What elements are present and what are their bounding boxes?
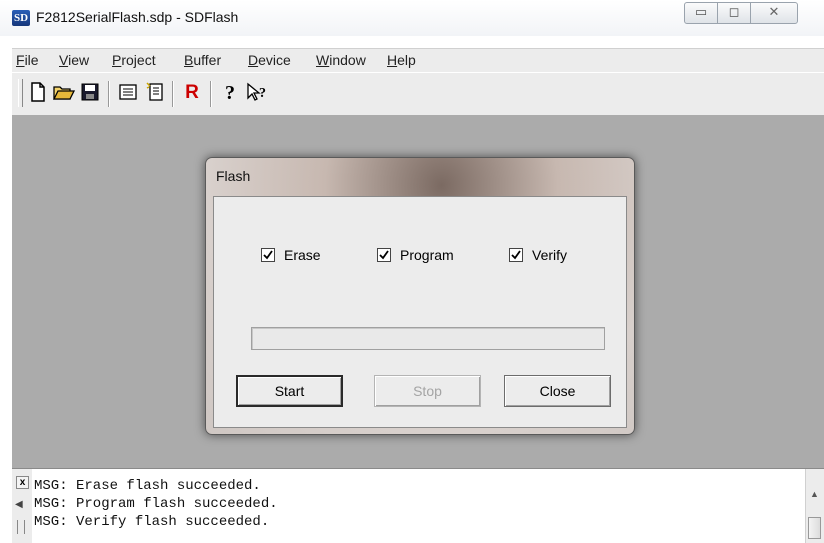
vertical-scrollbar[interactable]: ▲ <box>805 469 824 543</box>
erase-label: Erase <box>284 247 321 263</box>
flash-memory-icon[interactable] <box>143 81 167 105</box>
output-pane: x ◀ MSG: Erase flash succeeded. MSG: Prog… <box>12 468 824 543</box>
list-view-icon[interactable] <box>116 81 140 105</box>
close-button[interactable]: Close <box>504 375 611 407</box>
svg-text:?: ? <box>259 86 266 101</box>
dialog-title: Flash <box>216 168 251 184</box>
checkbox-check-icon <box>377 248 391 262</box>
open-folder-icon[interactable] <box>52 81 76 105</box>
maximize-button[interactable]: ◻ <box>717 2 751 24</box>
toolbar-separator <box>108 81 110 107</box>
checkbox-check-icon <box>509 248 523 262</box>
dialog-body: Erase Program Verify Start Stop Close <box>213 196 627 428</box>
menu-window[interactable]: Window <box>316 52 366 68</box>
progress-bar <box>251 327 605 350</box>
menu-project[interactable]: Project <box>112 52 156 68</box>
log-line: MSG: Erase flash succeeded. <box>34 478 261 494</box>
start-button[interactable]: Start <box>236 375 343 407</box>
help-icon[interactable]: ? <box>218 81 242 105</box>
save-icon[interactable] <box>78 81 102 105</box>
menu-buffer[interactable]: Buffer <box>184 52 221 68</box>
toolbar-grip[interactable] <box>18 79 23 107</box>
output-log: MSG: Erase flash succeeded. MSG: Program … <box>34 477 278 531</box>
minimize-button[interactable]: ▭ <box>684 2 718 24</box>
log-line: MSG: Verify flash succeeded. <box>34 514 270 530</box>
menu-help[interactable]: Help <box>387 52 416 68</box>
scrollbar-thumb[interactable] <box>808 517 821 539</box>
menu-device[interactable]: Device <box>248 52 291 68</box>
toolbar-separator <box>172 81 174 107</box>
new-file-icon[interactable] <box>26 81 50 105</box>
window-title: F2812SerialFlash.sdp - SDFlash <box>36 9 239 25</box>
menu-bar: File View Project Buffer Device Window H… <box>12 48 824 73</box>
flash-dialog: Flash Erase Program Verify Start Stop Cl… <box>205 157 635 435</box>
toolbar-separator <box>210 81 212 107</box>
app-icon: SD <box>12 10 30 26</box>
log-line: MSG: Program flash succeeded. <box>34 496 278 512</box>
program-label: Program <box>400 247 454 263</box>
stop-button[interactable]: Stop <box>374 375 481 407</box>
pane-grip[interactable] <box>17 520 25 534</box>
close-window-button[interactable]: ✕ <box>750 2 798 24</box>
close-icon[interactable]: x <box>16 476 29 489</box>
output-gutter: x ◀ <box>12 469 32 543</box>
scroll-left-icon[interactable]: ◀ <box>15 499 23 510</box>
scroll-up-icon[interactable]: ▲ <box>810 489 819 499</box>
context-help-icon[interactable]: ? <box>244 81 272 105</box>
program-checkbox[interactable]: Program <box>377 247 454 263</box>
menu-file[interactable]: File <box>16 52 39 68</box>
title-bar: SD F2812SerialFlash.sdp - SDFlash ▭ ◻ ✕ <box>0 0 824 36</box>
erase-checkbox[interactable]: Erase <box>261 247 321 263</box>
reset-icon[interactable]: R <box>180 81 204 105</box>
menu-view[interactable]: View <box>59 52 89 68</box>
verify-label: Verify <box>532 247 568 263</box>
checkbox-check-icon <box>261 248 275 262</box>
toolbar: R ? ? <box>12 72 824 116</box>
verify-checkbox[interactable]: Verify <box>509 247 567 263</box>
